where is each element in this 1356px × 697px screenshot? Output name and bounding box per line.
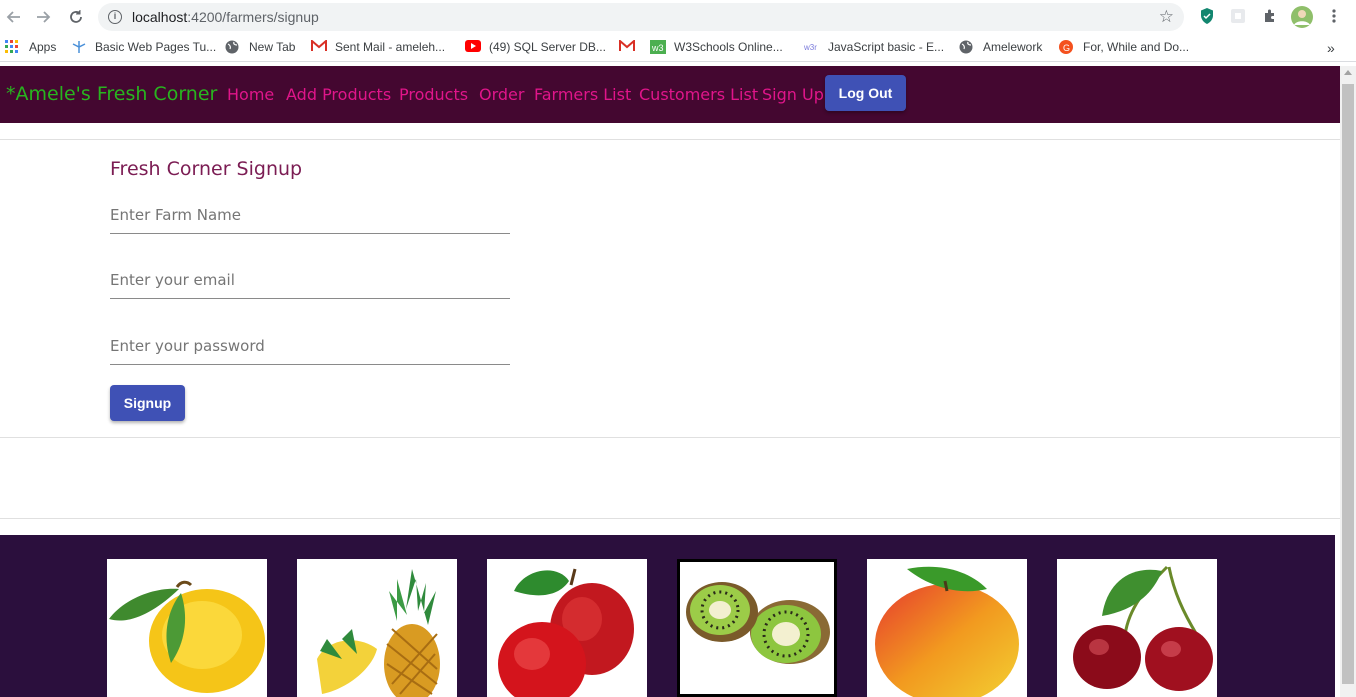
page-viewport: *Amele's Fresh Corner Home Add Products … bbox=[0, 66, 1340, 697]
url-path: :4200/farmers/signup bbox=[187, 9, 319, 25]
apple-image bbox=[487, 559, 647, 697]
bookmark-label: Basic Web Pages Tu... bbox=[95, 40, 217, 54]
youtube-icon bbox=[465, 40, 481, 54]
bookmark-label: Apps bbox=[29, 40, 57, 54]
divider bbox=[0, 139, 1340, 140]
nav-link-sign-up[interactable]: Sign Up bbox=[762, 85, 824, 104]
pineapple-image bbox=[297, 559, 457, 697]
mango-image bbox=[867, 559, 1027, 697]
password-input[interactable] bbox=[110, 329, 510, 363]
nav-link-add-products[interactable]: Add Products bbox=[286, 85, 391, 104]
bookmark-basic-web-pages[interactable]: Basic Web Pages Tu... bbox=[71, 40, 216, 54]
address-bar[interactable]: i localhost:4200/farmers/signup ☆ bbox=[98, 3, 1184, 31]
bookmark-sql-server[interactable]: (49) SQL Server DB... bbox=[465, 40, 606, 54]
browser-toolbar: i localhost:4200/farmers/signup ☆ bbox=[0, 0, 1356, 34]
bookmark-sent-mail[interactable]: Sent Mail - ameleh... bbox=[311, 38, 446, 54]
w3resource-icon: w3r bbox=[803, 40, 820, 54]
logout-button[interactable]: Log Out bbox=[825, 75, 906, 111]
cherry-image bbox=[1057, 559, 1217, 697]
bookmark-icon bbox=[71, 40, 87, 54]
forward-icon[interactable] bbox=[31, 5, 55, 29]
extension-icon[interactable] bbox=[1228, 6, 1248, 26]
gmail-icon bbox=[311, 38, 327, 54]
email-input[interactable] bbox=[110, 263, 510, 297]
nav-link-customers-list[interactable]: Customers List bbox=[639, 85, 758, 104]
nav-link-order[interactable]: Order bbox=[479, 85, 524, 104]
bookmark-label: For, While and Do... bbox=[1083, 40, 1190, 54]
kiwi-image bbox=[677, 559, 837, 697]
svg-text:G: G bbox=[1063, 43, 1070, 53]
bookmark-javascript-basic[interactable]: w3r JavaScript basic - E... bbox=[803, 40, 945, 54]
app-navbar: *Amele's Fresh Corner Home Add Products … bbox=[0, 66, 1340, 123]
bookmark-label: (49) SQL Server DB... bbox=[489, 40, 606, 54]
lemon-image bbox=[107, 559, 267, 697]
divider bbox=[0, 518, 1340, 519]
w3schools-icon: w3 bbox=[650, 40, 666, 54]
site-info-icon[interactable]: i bbox=[108, 10, 122, 24]
bookmark-star-icon[interactable]: ☆ bbox=[1159, 7, 1174, 27]
g-icon: G bbox=[1059, 40, 1075, 54]
farm-name-field[interactable] bbox=[110, 198, 510, 234]
gmail-icon bbox=[619, 38, 635, 54]
bookmark-label: JavaScript basic - E... bbox=[828, 40, 945, 54]
back-icon[interactable] bbox=[2, 5, 26, 29]
nav-link-farmers-list[interactable]: Farmers List bbox=[534, 85, 631, 104]
farm-name-input[interactable] bbox=[110, 198, 510, 232]
footer bbox=[0, 535, 1335, 697]
svg-text:w3r: w3r bbox=[804, 43, 817, 52]
url-text: localhost:4200/farmers/signup bbox=[132, 9, 319, 25]
brand-title[interactable]: *Amele's Fresh Corner bbox=[6, 83, 217, 105]
globe-icon bbox=[959, 40, 975, 54]
scrollbar-thumb[interactable] bbox=[1342, 84, 1354, 684]
bookmark-gmail[interactable] bbox=[619, 38, 643, 54]
divider bbox=[0, 437, 1340, 438]
apps-grid-icon bbox=[5, 40, 21, 54]
shield-extension-icon[interactable] bbox=[1197, 6, 1217, 26]
menu-kebab-icon[interactable] bbox=[1324, 6, 1344, 26]
bookmarks-bar: Apps Basic Web Pages Tu... New Tab Sent … bbox=[0, 34, 1356, 62]
bookmark-label: Sent Mail - ameleh... bbox=[335, 40, 446, 54]
bookmark-label: W3Schools Online... bbox=[674, 40, 783, 54]
nav-link-home[interactable]: Home bbox=[227, 85, 274, 104]
bookmark-amelework[interactable]: Amelework bbox=[959, 40, 1042, 54]
globe-icon bbox=[225, 40, 241, 54]
signup-button[interactable]: Signup bbox=[110, 385, 185, 421]
form-title: Fresh Corner Signup bbox=[110, 158, 303, 180]
password-field[interactable] bbox=[110, 329, 510, 365]
url-host: localhost bbox=[132, 9, 188, 25]
bookmark-label: Amelework bbox=[983, 40, 1043, 54]
bookmark-apps[interactable]: Apps bbox=[5, 40, 56, 54]
puzzle-icon[interactable] bbox=[1260, 6, 1280, 26]
bookmark-w3schools[interactable]: w3 W3Schools Online... bbox=[650, 40, 783, 54]
bookmark-for-while[interactable]: G For, While and Do... bbox=[1059, 40, 1189, 54]
bookmark-label: New Tab bbox=[249, 40, 296, 54]
email-field[interactable] bbox=[110, 263, 510, 299]
nav-link-products[interactable]: Products bbox=[399, 85, 468, 104]
more-bookmarks-icon[interactable]: » bbox=[1327, 40, 1335, 56]
bookmark-new-tab[interactable]: New Tab bbox=[225, 40, 295, 54]
svg-text:w3: w3 bbox=[651, 43, 664, 53]
page-scrollbar[interactable] bbox=[1340, 66, 1356, 697]
scroll-up-icon[interactable] bbox=[1344, 70, 1352, 75]
reload-icon[interactable] bbox=[64, 5, 88, 29]
profile-avatar[interactable] bbox=[1290, 5, 1314, 29]
